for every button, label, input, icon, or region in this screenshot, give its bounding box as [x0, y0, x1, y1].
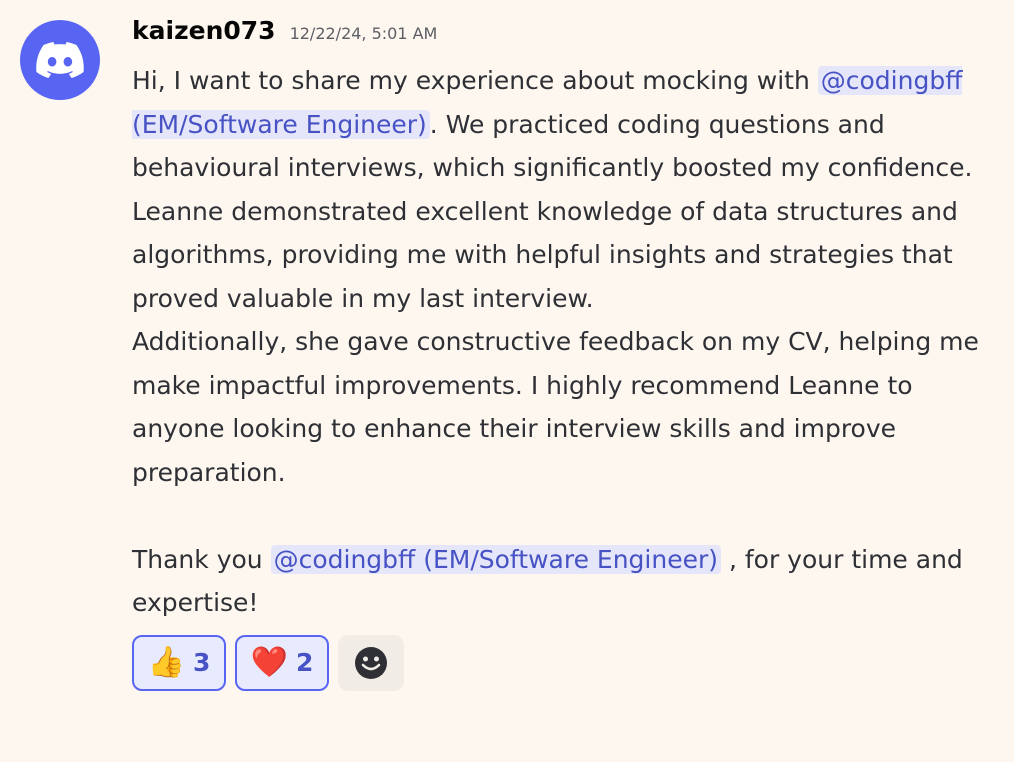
reaction-count: 3	[192, 648, 211, 677]
avatar[interactable]	[20, 20, 100, 100]
chat-message: kaizen073 12/22/24, 5:01 AM Hi, I want t…	[0, 0, 1014, 762]
discord-logo-icon	[36, 42, 84, 78]
reaction-thumbs-up[interactable]: 👍 3	[132, 634, 226, 691]
reactions-bar: 👍 3 ❤️ 2	[132, 634, 992, 691]
author-name[interactable]: kaizen073	[132, 16, 276, 45]
heart-icon: ❤️	[250, 644, 288, 680]
message-content: kaizen073 12/22/24, 5:01 AM Hi, I want t…	[132, 16, 992, 691]
message-text: Hi, I want to share my experience about …	[132, 66, 810, 95]
reaction-count: 2	[295, 648, 314, 677]
thumbs-up-icon: 👍	[147, 644, 185, 680]
message-header: kaizen073 12/22/24, 5:01 AM	[132, 16, 992, 56]
user-mention[interactable]: @codingbff (EM/Software Engineer)	[270, 544, 721, 574]
message-paragraph-2: Additionally, she gave constructive feed…	[132, 327, 979, 487]
message-paragraph-3: Thank you @codingbff (EM/Software Engine…	[132, 538, 982, 625]
message-paragraph-1: Hi, I want to share my experience about …	[132, 59, 982, 320]
message-text: . We practiced coding questions and beha…	[132, 109, 973, 313]
reaction-heart[interactable]: ❤️ 2	[235, 634, 329, 691]
smiley-icon	[355, 646, 387, 679]
message-text: Thank you	[132, 544, 263, 574]
add-reaction-button[interactable]	[338, 634, 404, 691]
message-timestamp: 12/22/24, 5:01 AM	[289, 24, 438, 43]
message-body: Hi, I want to share my experience about …	[132, 59, 982, 625]
